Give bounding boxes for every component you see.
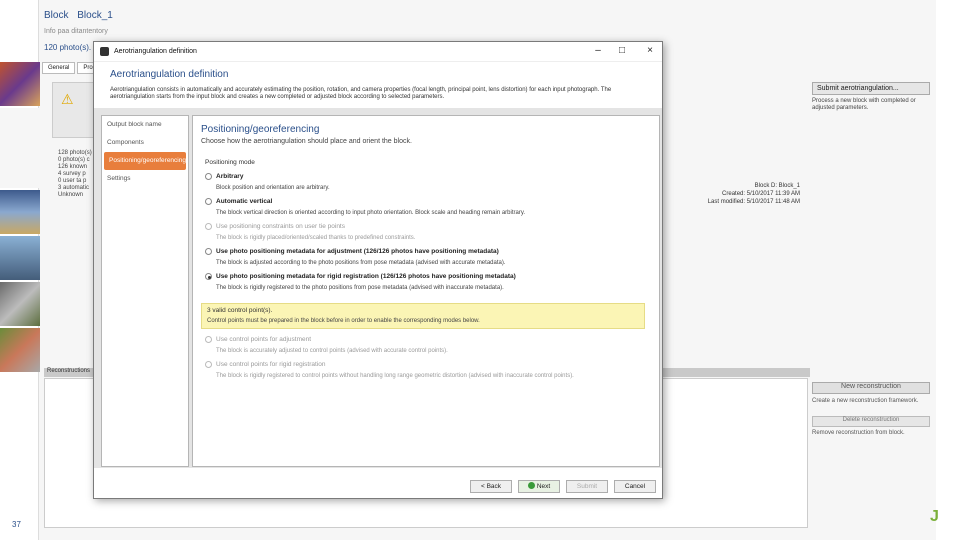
- control-points-note: Control points must be prepared in the b…: [207, 318, 480, 324]
- submit-aerotriangulation-button[interactable]: Submit aerotriangulation...: [812, 82, 930, 95]
- info-line: Unknown: [58, 192, 84, 198]
- info-line: 0 photo(s) c: [58, 157, 90, 163]
- thumbnail-plant-image: [0, 282, 40, 326]
- step-settings[interactable]: Settings: [102, 170, 188, 188]
- submit-aerotriangulation-note: Process a new block with completed or ad…: [812, 98, 916, 111]
- dialog-body: Output block name Components Positioning…: [94, 108, 662, 468]
- thumbnail-spacer: [0, 108, 40, 188]
- next-button[interactable]: Next: [518, 480, 560, 493]
- section-title: Positioning/georeferencing: [201, 124, 320, 135]
- breadcrumb-item-block-1[interactable]: Block_1: [77, 10, 113, 21]
- block-description: Info paa ditantentory: [44, 28, 108, 35]
- dialog-footer: < Back Next Submit Cancel: [94, 472, 662, 498]
- thumbnail-bridge-image: [0, 236, 40, 280]
- photo-count: 120 photo(s).: [44, 43, 92, 52]
- thumbnail-robot-image: [0, 62, 40, 106]
- modified-date: Last modified: 5/10/2017 11:48 AM: [707, 199, 800, 205]
- step-content-panel: Positioning/georeferencing Choose how th…: [192, 115, 660, 467]
- radio-automatic-vertical[interactable]: [205, 198, 212, 205]
- info-line: 3 automatic: [58, 185, 90, 191]
- radio-control-points-rigid-registration: [205, 361, 212, 368]
- option-description: The block is rigidly registered to the p…: [216, 285, 504, 291]
- dialog-description: Aerotriangulation consists in automatica…: [110, 87, 612, 100]
- step-output-block-name[interactable]: Output block name: [102, 116, 188, 134]
- radio-metadata-adjustment[interactable]: [205, 248, 212, 255]
- option-label: Use control points for adjustment: [216, 336, 312, 343]
- warning-icon: ⚠: [61, 91, 74, 107]
- thumbnail-city-image: [0, 190, 40, 234]
- control-points-count: 3 valid control point(s).: [207, 307, 273, 314]
- step-components[interactable]: Components: [102, 134, 188, 152]
- option-description: The block is accurately adjusted to cont…: [216, 348, 448, 354]
- dialog-titlebar[interactable]: Aerotriangulation definition – □ ×: [94, 42, 662, 62]
- option-label: Use photo positioning metadata for rigid…: [216, 273, 516, 280]
- brand-logo-mark: J: [930, 508, 939, 525]
- radio-arbitrary[interactable]: [205, 173, 212, 180]
- option-label: Use photo positioning metadata for adjus…: [216, 248, 499, 255]
- breadcrumb: Block Block_1: [44, 10, 119, 21]
- block-info-list: 128 photo(s) 0 photo(s) c 126 known 4 su…: [58, 150, 92, 199]
- submit-aerotriangulation-label: Submit aerotriangulation...: [817, 85, 899, 92]
- new-reconstruction-note: Create a new reconstruction framework.: [812, 398, 919, 404]
- dialog-header: Aerotriangulation definition Aerotriangu…: [94, 63, 662, 107]
- next-arrow-icon: [527, 482, 535, 489]
- aerotriangulation-dialog: Aerotriangulation definition – □ × Aerot…: [93, 41, 663, 499]
- info-line: 0 user ta p: [58, 178, 87, 184]
- delete-reconstruction-note: Remove reconstruction from block.: [812, 430, 905, 436]
- background-tabs: General Pro: [42, 62, 99, 74]
- wizard-steps: Output block name Components Positioning…: [101, 115, 189, 467]
- control-points-notice: 3 valid control point(s). Control points…: [201, 303, 645, 329]
- cancel-button[interactable]: Cancel: [614, 480, 656, 493]
- new-reconstruction-button[interactable]: New reconstruction: [812, 382, 930, 394]
- slide-thumbnail-strip: [0, 62, 40, 374]
- option-label: Arbitrary: [216, 173, 244, 180]
- thumbnail-town-image: [0, 328, 40, 372]
- delete-reconstruction-button[interactable]: Delete reconstruction: [812, 416, 930, 427]
- minimize-icon[interactable]: –: [588, 45, 608, 59]
- info-line: 128 photo(s): [58, 150, 92, 156]
- close-icon[interactable]: ×: [640, 45, 660, 59]
- dialog-window-title: Aerotriangulation definition: [114, 48, 197, 55]
- option-description: The block is rigidly registered to contr…: [216, 373, 574, 379]
- back-button[interactable]: < Back: [470, 480, 512, 493]
- positioning-mode-label: Positioning mode: [205, 159, 255, 166]
- app-icon: [100, 47, 109, 56]
- info-line: 4 survey p: [58, 171, 86, 177]
- option-description: The block is rigidly placed/oriented/sca…: [216, 235, 416, 241]
- breadcrumb-item-block[interactable]: Block: [44, 10, 68, 21]
- radio-control-points-adjustment: [205, 336, 212, 343]
- submit-button: Submit: [566, 480, 608, 493]
- slide-number: 37: [12, 520, 21, 529]
- next-label: Next: [536, 483, 551, 490]
- info-line: 126 known: [58, 164, 88, 170]
- option-label: Automatic vertical: [216, 198, 273, 205]
- option-label: Use positioning constraints on user tie …: [216, 223, 345, 230]
- block-metadata: Block D: Block_1 Created: 5/10/2017 11:3…: [700, 182, 800, 206]
- dialog-heading: Aerotriangulation definition: [110, 69, 229, 80]
- radio-user-tie-points: [205, 223, 212, 230]
- maximize-icon[interactable]: □: [612, 45, 632, 59]
- option-label: Use control points for rigid registratio…: [216, 361, 326, 368]
- option-description: The block is adjusted according to the p…: [216, 260, 506, 266]
- block-id: Block D: Block_1: [754, 183, 800, 189]
- radio-metadata-rigid-registration[interactable]: [205, 273, 212, 280]
- section-subtitle: Choose how the aerotriangulation should …: [201, 138, 412, 145]
- step-positioning-georeferencing[interactable]: Positioning/georeferencing: [104, 152, 186, 170]
- tab-general[interactable]: General: [42, 62, 76, 74]
- option-description: The block vertical direction is oriented…: [216, 210, 526, 216]
- created-date: Created: 5/10/2017 11:39 AM: [722, 191, 800, 197]
- option-description: Block position and orientation are arbit…: [216, 185, 330, 191]
